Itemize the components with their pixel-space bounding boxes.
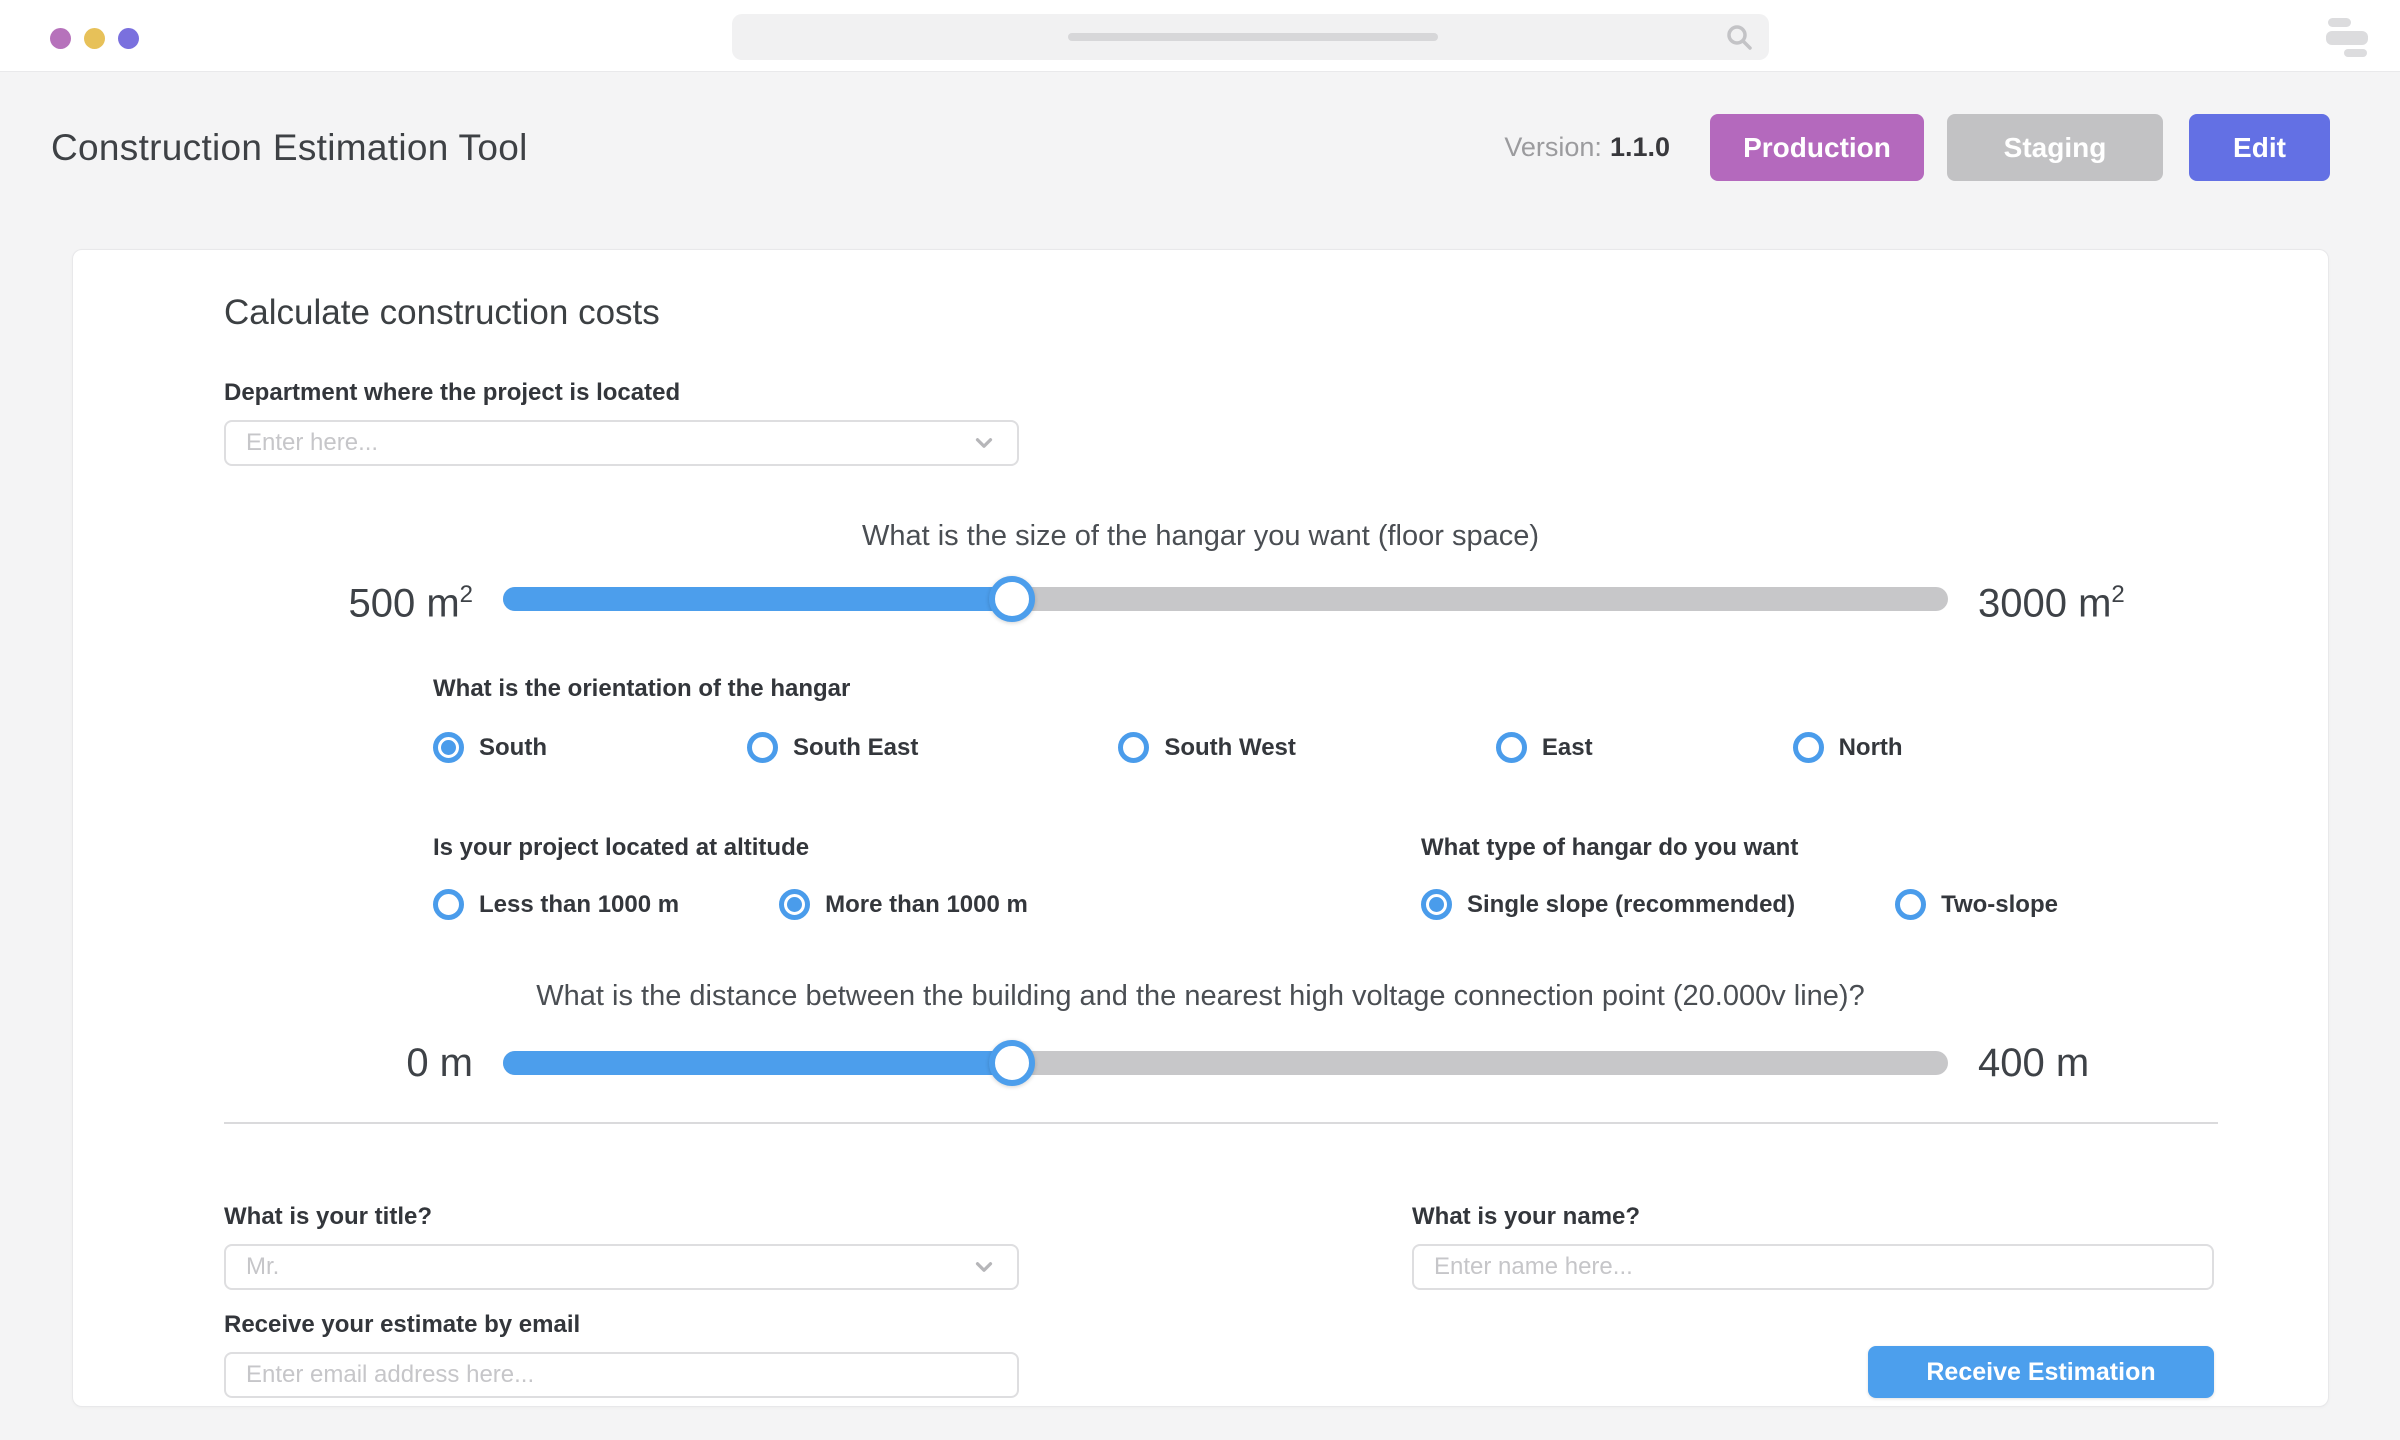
name-label: What is your name?: [1412, 1202, 2214, 1232]
size-slider-title: What is the size of the hangar you want …: [73, 518, 2328, 554]
staging-button[interactable]: Staging: [1947, 114, 2163, 181]
email-field-group: Receive your estimate by email: [224, 1310, 1019, 1398]
version-value: 1.1.0: [1610, 132, 1670, 162]
app-header: Construction Estimation Tool Version: 1.1…: [0, 72, 2400, 181]
title-select[interactable]: Mr.: [224, 1244, 1019, 1290]
radio-label: South West: [1164, 734, 1296, 762]
radio-orientation-south[interactable]: South: [433, 732, 547, 763]
radio-hangar-two-slope[interactable]: Two-slope: [1895, 889, 2058, 920]
radio-circle[interactable]: [779, 889, 810, 920]
title-label: What is your title?: [224, 1202, 1019, 1232]
department-placeholder: Enter here...: [246, 429, 378, 457]
address-bar[interactable]: [732, 14, 1769, 60]
version-label: Version:: [1504, 132, 1602, 162]
chevron-down-icon: [971, 430, 997, 456]
radio-circle[interactable]: [1895, 889, 1926, 920]
page-title: Construction Estimation Tool: [51, 127, 1504, 169]
distance-slider-track[interactable]: [503, 1051, 1948, 1075]
app-menu-icon[interactable]: [2326, 18, 2370, 58]
distance-slider-handle[interactable]: [989, 1040, 1035, 1086]
title-field-group: What is your title? Mr.: [224, 1202, 1019, 1290]
radio-altitude-less-1000[interactable]: Less than 1000 m: [433, 889, 679, 920]
url-placeholder-line: [1068, 33, 1438, 41]
name-input[interactable]: [1412, 1244, 2214, 1290]
radio-hangar-single-slope[interactable]: Single slope (recommended): [1421, 889, 1795, 920]
size-slider-track[interactable]: [503, 587, 1948, 611]
menu-bar-bottom: [2344, 49, 2367, 57]
window-button-close[interactable]: [50, 28, 71, 49]
radio-orientation-east[interactable]: East: [1496, 732, 1593, 763]
distance-slider-title: What is the distance between the buildin…: [73, 978, 2328, 1014]
title-placeholder: Mr.: [246, 1253, 279, 1281]
department-select[interactable]: Enter here...: [224, 420, 1019, 466]
radio-circle[interactable]: [1421, 889, 1452, 920]
browser-chrome: [0, 0, 2400, 72]
altitude-radio-group: Less than 1000 m More than 1000 m: [433, 889, 1421, 920]
receive-estimation-button[interactable]: Receive Estimation: [1868, 1346, 2214, 1398]
window-button-maximize[interactable]: [118, 28, 139, 49]
distance-slider-max-label: 400 m: [1978, 1040, 2213, 1086]
radio-circle[interactable]: [747, 732, 778, 763]
menu-bar-middle: [2326, 31, 2368, 45]
radio-orientation-south-east[interactable]: South East: [747, 732, 918, 763]
contact-section: What is your title? Mr. What is your nam…: [73, 1202, 2328, 1398]
altitude-label: Is your project located at altitude: [433, 833, 1421, 863]
orientation-label: What is the orientation of the hangar: [433, 674, 2328, 704]
hangar-type-field-group: What type of hangar do you want Single s…: [1421, 833, 2058, 920]
version-info: Version: 1.1.0: [1504, 132, 1670, 163]
submit-cell: Receive Estimation: [1412, 1310, 2214, 1398]
window-controls: [50, 28, 139, 49]
radio-label: South: [479, 734, 547, 762]
edit-button[interactable]: Edit: [2189, 114, 2330, 181]
window-button-minimize[interactable]: [84, 28, 105, 49]
size-slider-max-label: 3000 m2: [1978, 572, 2213, 626]
radio-label: More than 1000 m: [825, 891, 1028, 919]
radio-circle[interactable]: [1496, 732, 1527, 763]
radio-circle[interactable]: [1118, 732, 1149, 763]
email-input[interactable]: [224, 1352, 1019, 1398]
radio-label: Single slope (recommended): [1467, 891, 1795, 919]
radio-label: East: [1542, 734, 1593, 762]
size-slider-fill: [503, 587, 1012, 611]
radio-label: Less than 1000 m: [479, 891, 679, 919]
altitude-hangartype-section: Is your project located at altitude Less…: [433, 833, 2328, 920]
form-heading: Calculate construction costs: [224, 292, 2328, 334]
hangar-type-label: What type of hangar do you want: [1421, 833, 2058, 863]
chevron-down-icon: [971, 1254, 997, 1280]
email-label: Receive your estimate by email: [224, 1310, 1019, 1340]
radio-orientation-south-west[interactable]: South West: [1118, 732, 1296, 763]
name-field-group: What is your name?: [1412, 1202, 2214, 1290]
radio-label: Two-slope: [1941, 891, 2058, 919]
menu-bar-top: [2328, 18, 2351, 27]
radio-circle[interactable]: [1793, 732, 1824, 763]
department-label: Department where the project is located: [224, 378, 2328, 408]
size-slider-min-label: 500 m2: [273, 572, 473, 626]
distance-slider-fill: [503, 1051, 1012, 1075]
size-slider-handle[interactable]: [989, 576, 1035, 622]
distance-slider-min-label: 0 m: [273, 1040, 473, 1086]
hangar-type-radio-group: Single slope (recommended) Two-slope: [1421, 889, 2058, 920]
radio-label: South East: [793, 734, 918, 762]
radio-circle[interactable]: [433, 889, 464, 920]
production-button[interactable]: Production: [1710, 114, 1924, 181]
orientation-radio-group: South South East South West East North: [433, 732, 2328, 763]
estimation-form-card: Calculate construction costs Department …: [72, 249, 2329, 1407]
search-icon[interactable]: [1725, 23, 1753, 56]
distance-slider: 0 m 400 m: [273, 1040, 2213, 1086]
radio-orientation-north[interactable]: North: [1793, 732, 1903, 763]
radio-altitude-more-1000[interactable]: More than 1000 m: [779, 889, 1028, 920]
department-field-group: Department where the project is located …: [224, 378, 2328, 466]
radio-circle[interactable]: [433, 732, 464, 763]
altitude-field-group: Is your project located at altitude Less…: [433, 833, 1421, 920]
size-slider: 500 m2 3000 m2: [273, 572, 2213, 626]
radio-label: North: [1839, 734, 1903, 762]
section-divider: [224, 1122, 2218, 1124]
